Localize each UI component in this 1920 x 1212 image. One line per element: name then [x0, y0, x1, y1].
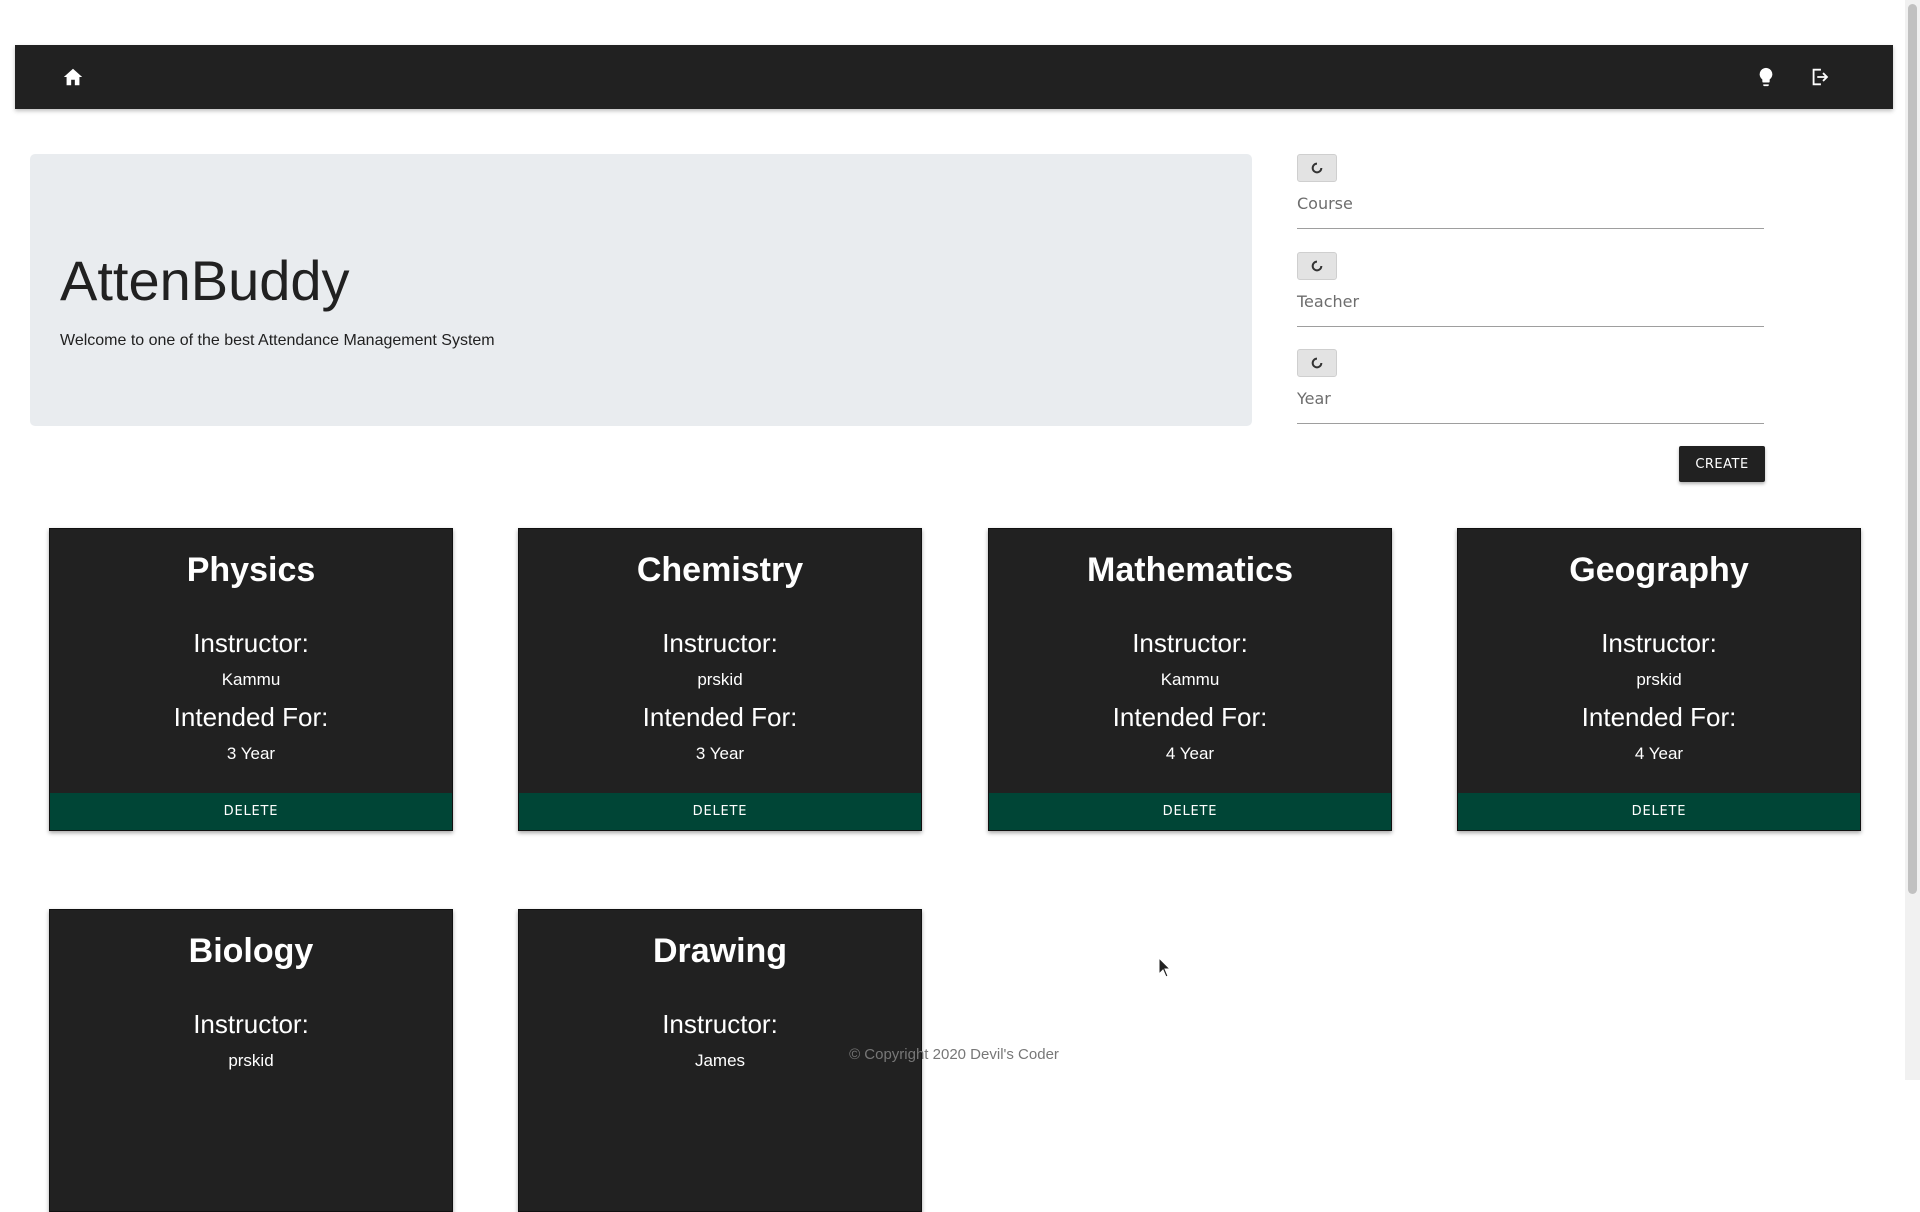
year-field[interactable]: Year: [1297, 349, 1768, 424]
intended-for-value: 4 Year: [1634, 744, 1684, 763]
instructor-name: Kammu: [1160, 670, 1220, 689]
delete-button[interactable]: DELETE: [1458, 793, 1860, 830]
course-card-physics: Physics Instructor: Kammu Intended For: …: [49, 528, 453, 831]
instructor-label: Instructor:: [662, 628, 778, 658]
intended-for-value: 4 Year: [1165, 744, 1215, 763]
instructor-name: Kammu: [221, 670, 281, 689]
course-card-chemistry: Chemistry Instructor: prskid Intended Fo…: [518, 528, 922, 831]
scrollbar-thumb[interactable]: [1908, 4, 1917, 894]
teacher-field-icon: [1297, 252, 1337, 280]
instructor-name: prskid: [1636, 670, 1682, 689]
year-input[interactable]: [1297, 383, 1768, 421]
card-title: Physics: [186, 551, 316, 589]
card-title: Geography: [1569, 551, 1749, 589]
mouse-cursor-icon: [1158, 957, 1172, 978]
instructor-label: Instructor:: [662, 1009, 778, 1039]
card-title: Chemistry: [636, 551, 804, 589]
instructor-label: Instructor:: [1601, 628, 1717, 658]
footer-copyright: © Copyright 2020 Devil's Coder: [849, 1046, 1059, 1063]
course-card-geography: Geography Instructor: prskid Intended Fo…: [1457, 528, 1861, 831]
course-field[interactable]: Course: [1297, 154, 1768, 229]
intended-for-label: Intended For:: [1581, 702, 1737, 732]
delete-button[interactable]: DELETE: [50, 793, 452, 830]
card-title: Mathematics: [1087, 551, 1293, 589]
create-button[interactable]: CREATE: [1679, 446, 1765, 482]
intended-for-value: 3 Year: [695, 744, 745, 763]
intended-for-value: 3 Year: [226, 744, 276, 763]
delete-button[interactable]: DELETE: [519, 793, 921, 830]
delete-button[interactable]: DELETE: [989, 793, 1391, 830]
home-icon[interactable]: [59, 63, 87, 91]
year-field-icon: [1297, 349, 1337, 377]
lightbulb-icon[interactable]: [1752, 63, 1780, 91]
jumbotron: AttenBuddy Welcome to one of the best At…: [30, 154, 1252, 426]
course-card-mathematics: Mathematics Instructor: Kammu Intended F…: [988, 528, 1392, 831]
page-title: AttenBuddy: [60, 249, 350, 312]
instructor-label: Instructor:: [1132, 628, 1248, 658]
scrollbar[interactable]: [1905, 0, 1920, 1080]
page-subtitle: Welcome to one of the best Attendance Ma…: [60, 332, 495, 349]
navbar: [15, 45, 1893, 109]
intended-for-label: Intended For:: [642, 702, 798, 732]
course-input[interactable]: [1297, 188, 1768, 226]
instructor-label: Instructor:: [193, 628, 309, 658]
logout-icon[interactable]: [1806, 63, 1834, 91]
instructor-name: prskid: [697, 670, 743, 689]
teacher-field[interactable]: Teacher: [1297, 252, 1768, 327]
course-field-icon: [1297, 154, 1337, 182]
instructor-label: Instructor:: [193, 1009, 309, 1039]
card-title: Drawing: [652, 932, 788, 970]
intended-for-label: Intended For:: [1112, 702, 1268, 732]
intended-for-label: Intended For:: [173, 702, 329, 732]
teacher-input[interactable]: [1297, 286, 1768, 324]
card-title: Biology: [188, 932, 314, 970]
